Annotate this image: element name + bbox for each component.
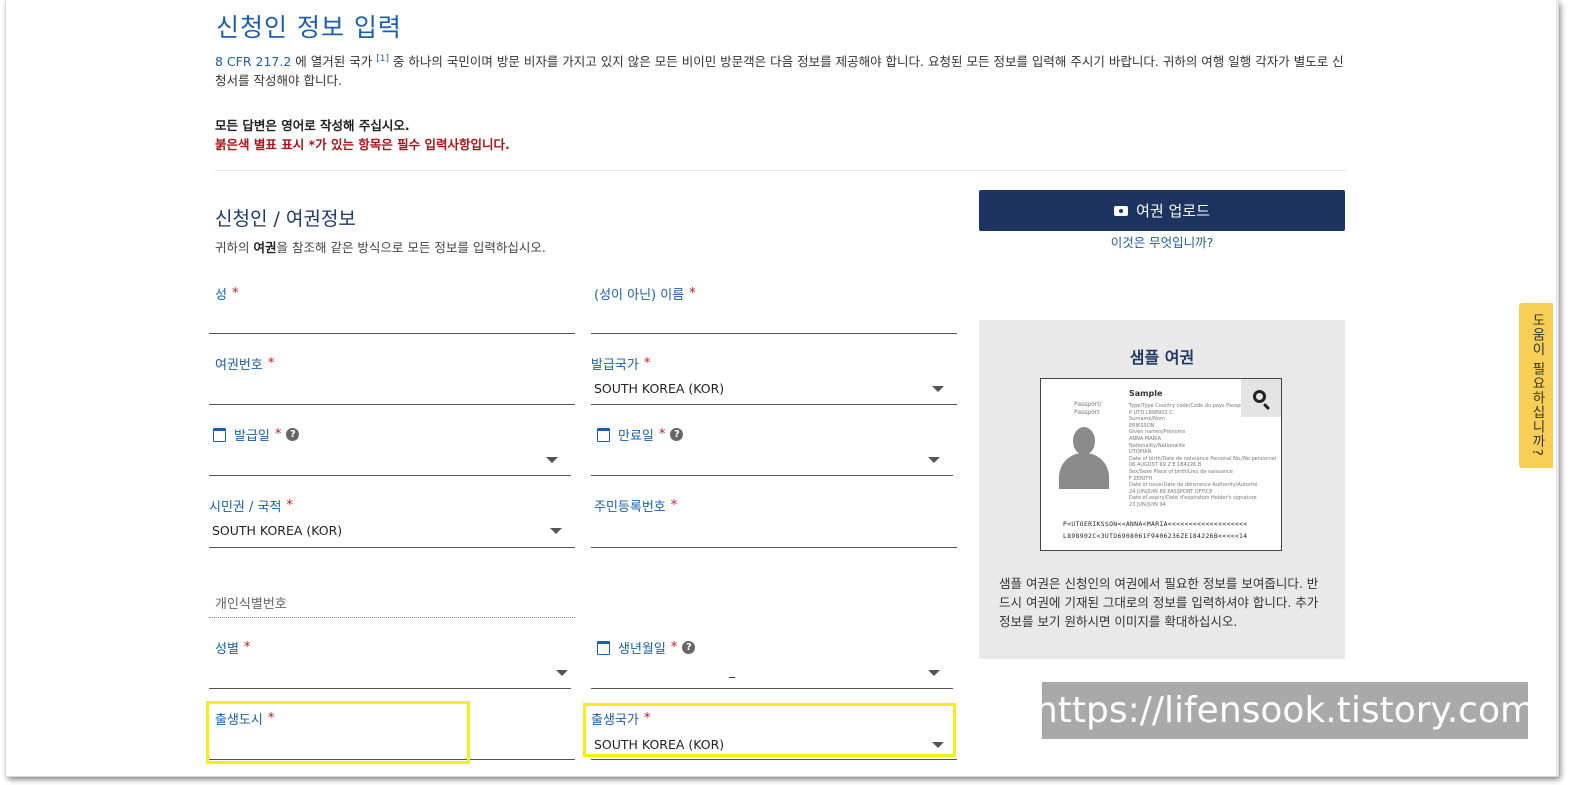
passport-line: ERIKSSON — [1129, 422, 1155, 429]
passport-number-field[interactable]: 여권번호 * — [209, 354, 575, 405]
divider — [215, 170, 1346, 171]
issuing-country-value: SOUTH KOREA (KOR) — [594, 381, 725, 396]
chevron-down-icon — [932, 386, 944, 392]
chevron-down-icon — [550, 528, 562, 534]
highlight-box — [206, 701, 470, 764]
chevron-down-icon — [928, 670, 940, 676]
passport-line: UTOPIAN — [1129, 449, 1152, 456]
sample-description: 샘플 여권은 신청인의 여권에서 필요한 정보를 보여줍니다. 반드시 여권에 … — [999, 576, 1319, 629]
passport-upload-button[interactable]: 여권 업로드 — [979, 190, 1345, 231]
calendar-icon — [597, 640, 610, 655]
sample-title: 샘플 여권 — [1129, 348, 1195, 367]
search-icon — [1253, 390, 1266, 403]
what-is-this-link[interactable]: 이것은 무엇입니까? — [979, 232, 1345, 251]
help-icon[interactable]: ? — [682, 641, 696, 654]
birth-date-select[interactable]: 생년월일 *? _ — [591, 638, 953, 689]
section-subtitle: 귀하의 여권을 참조해 같은 방식으로 모든 정보를 입력하십시오. — [215, 240, 546, 255]
section-title: 신청인 / 여권정보 — [215, 208, 356, 230]
chevron-down-icon — [556, 670, 568, 676]
help-icon[interactable]: ? — [286, 428, 300, 441]
passport-line: Date of birth/Date de naissance Personal… — [1129, 455, 1277, 462]
gender-select[interactable]: 성별 * — [209, 638, 571, 689]
surname-field[interactable]: 성 * — [209, 284, 575, 334]
highlight-box — [583, 703, 956, 757]
passport-line: Sex/Sexe Place of birth/Lieu de naissanc… — [1129, 469, 1233, 475]
watermark: https://lifensook.tistory.com — [1035, 682, 1535, 739]
camera-icon — [1114, 205, 1129, 216]
cfr-link[interactable]: 8 CFR 217.2 — [215, 54, 291, 69]
english-note: 모든 답변은 영어로 작성해 주십시오. — [215, 118, 410, 133]
citizenship-value: SOUTH KOREA (KOR) — [212, 523, 343, 538]
help-icon[interactable]: ? — [670, 428, 684, 441]
passport-line: Date of issue/Date de délivrance Authori… — [1129, 482, 1258, 489]
birth-date-value: _ — [729, 663, 736, 678]
passport-line: F ZENITH — [1129, 475, 1153, 482]
passport-line: P UTO L898902 C — [1129, 409, 1173, 416]
zoom-button[interactable] — [1241, 379, 1281, 417]
portrait-silhouette — [1055, 427, 1113, 491]
chevron-down-icon — [546, 457, 558, 463]
required-note: 붉은색 별표 표시 *가 있는 항목은 필수 입력사항입니다. — [215, 137, 510, 152]
passport-line: ANNA MARIA — [1129, 436, 1162, 442]
passport-line: 23 JUN/JUIN 94 — [1129, 502, 1166, 508]
page-title: 신청인 정보 입력 — [216, 13, 402, 42]
chevron-down-icon — [928, 457, 940, 463]
personal-id-field[interactable]: 개인식별번호 — [209, 588, 575, 618]
footnote-link[interactable]: [1] — [376, 54, 389, 64]
citizenship-select[interactable]: 시민권 / 국적 * SOUTH KOREA (KOR) — [209, 496, 575, 548]
calendar-icon — [597, 427, 610, 442]
passport-line: Given names/Prénoms — [1129, 429, 1186, 436]
application-form-window: 신청인 정보 입력 8 CFR 217.2 에 열거된 국가 [1] 중 하나의… — [6, 0, 1558, 776]
issue-date-select[interactable]: 발급일 *? — [209, 425, 571, 476]
help-tab[interactable]: 도움이 필요하십니까? — [1519, 303, 1553, 468]
sample-passport-panel: 샘플 여권 Passport/ Passport Sample Type/Typ… — [979, 320, 1345, 659]
calendar-icon — [213, 427, 226, 442]
intro-text: 8 CFR 217.2 에 열거된 국가 [1] 중 하나의 국민이며 방문 비… — [215, 54, 1344, 89]
national-id-field[interactable]: 주민등록번호 * — [591, 496, 957, 548]
passport-line: 06 AUGUST 69 Z E 184226 B — [1129, 462, 1202, 469]
passport-line: 24 JUN/JUIN 89 PASSPORT OFFICE — [1129, 488, 1213, 495]
passport-line: Surname/Nom — [1129, 416, 1165, 423]
passport-line: Nationality/Nationalité — [1129, 442, 1186, 449]
issuing-country-select[interactable]: 발급국가 * SOUTH KOREA (KOR) — [591, 354, 957, 405]
given-name-field[interactable]: (성이 아닌) 이름 * — [591, 284, 957, 334]
passport-line: Date of expiry/Date d'expiration Holder'… — [1129, 495, 1257, 502]
expiry-date-select[interactable]: 만료일 *? — [591, 425, 953, 476]
sample-passport-image[interactable]: Passport/ Passport Sample Type/Type Coun… — [1040, 378, 1282, 551]
